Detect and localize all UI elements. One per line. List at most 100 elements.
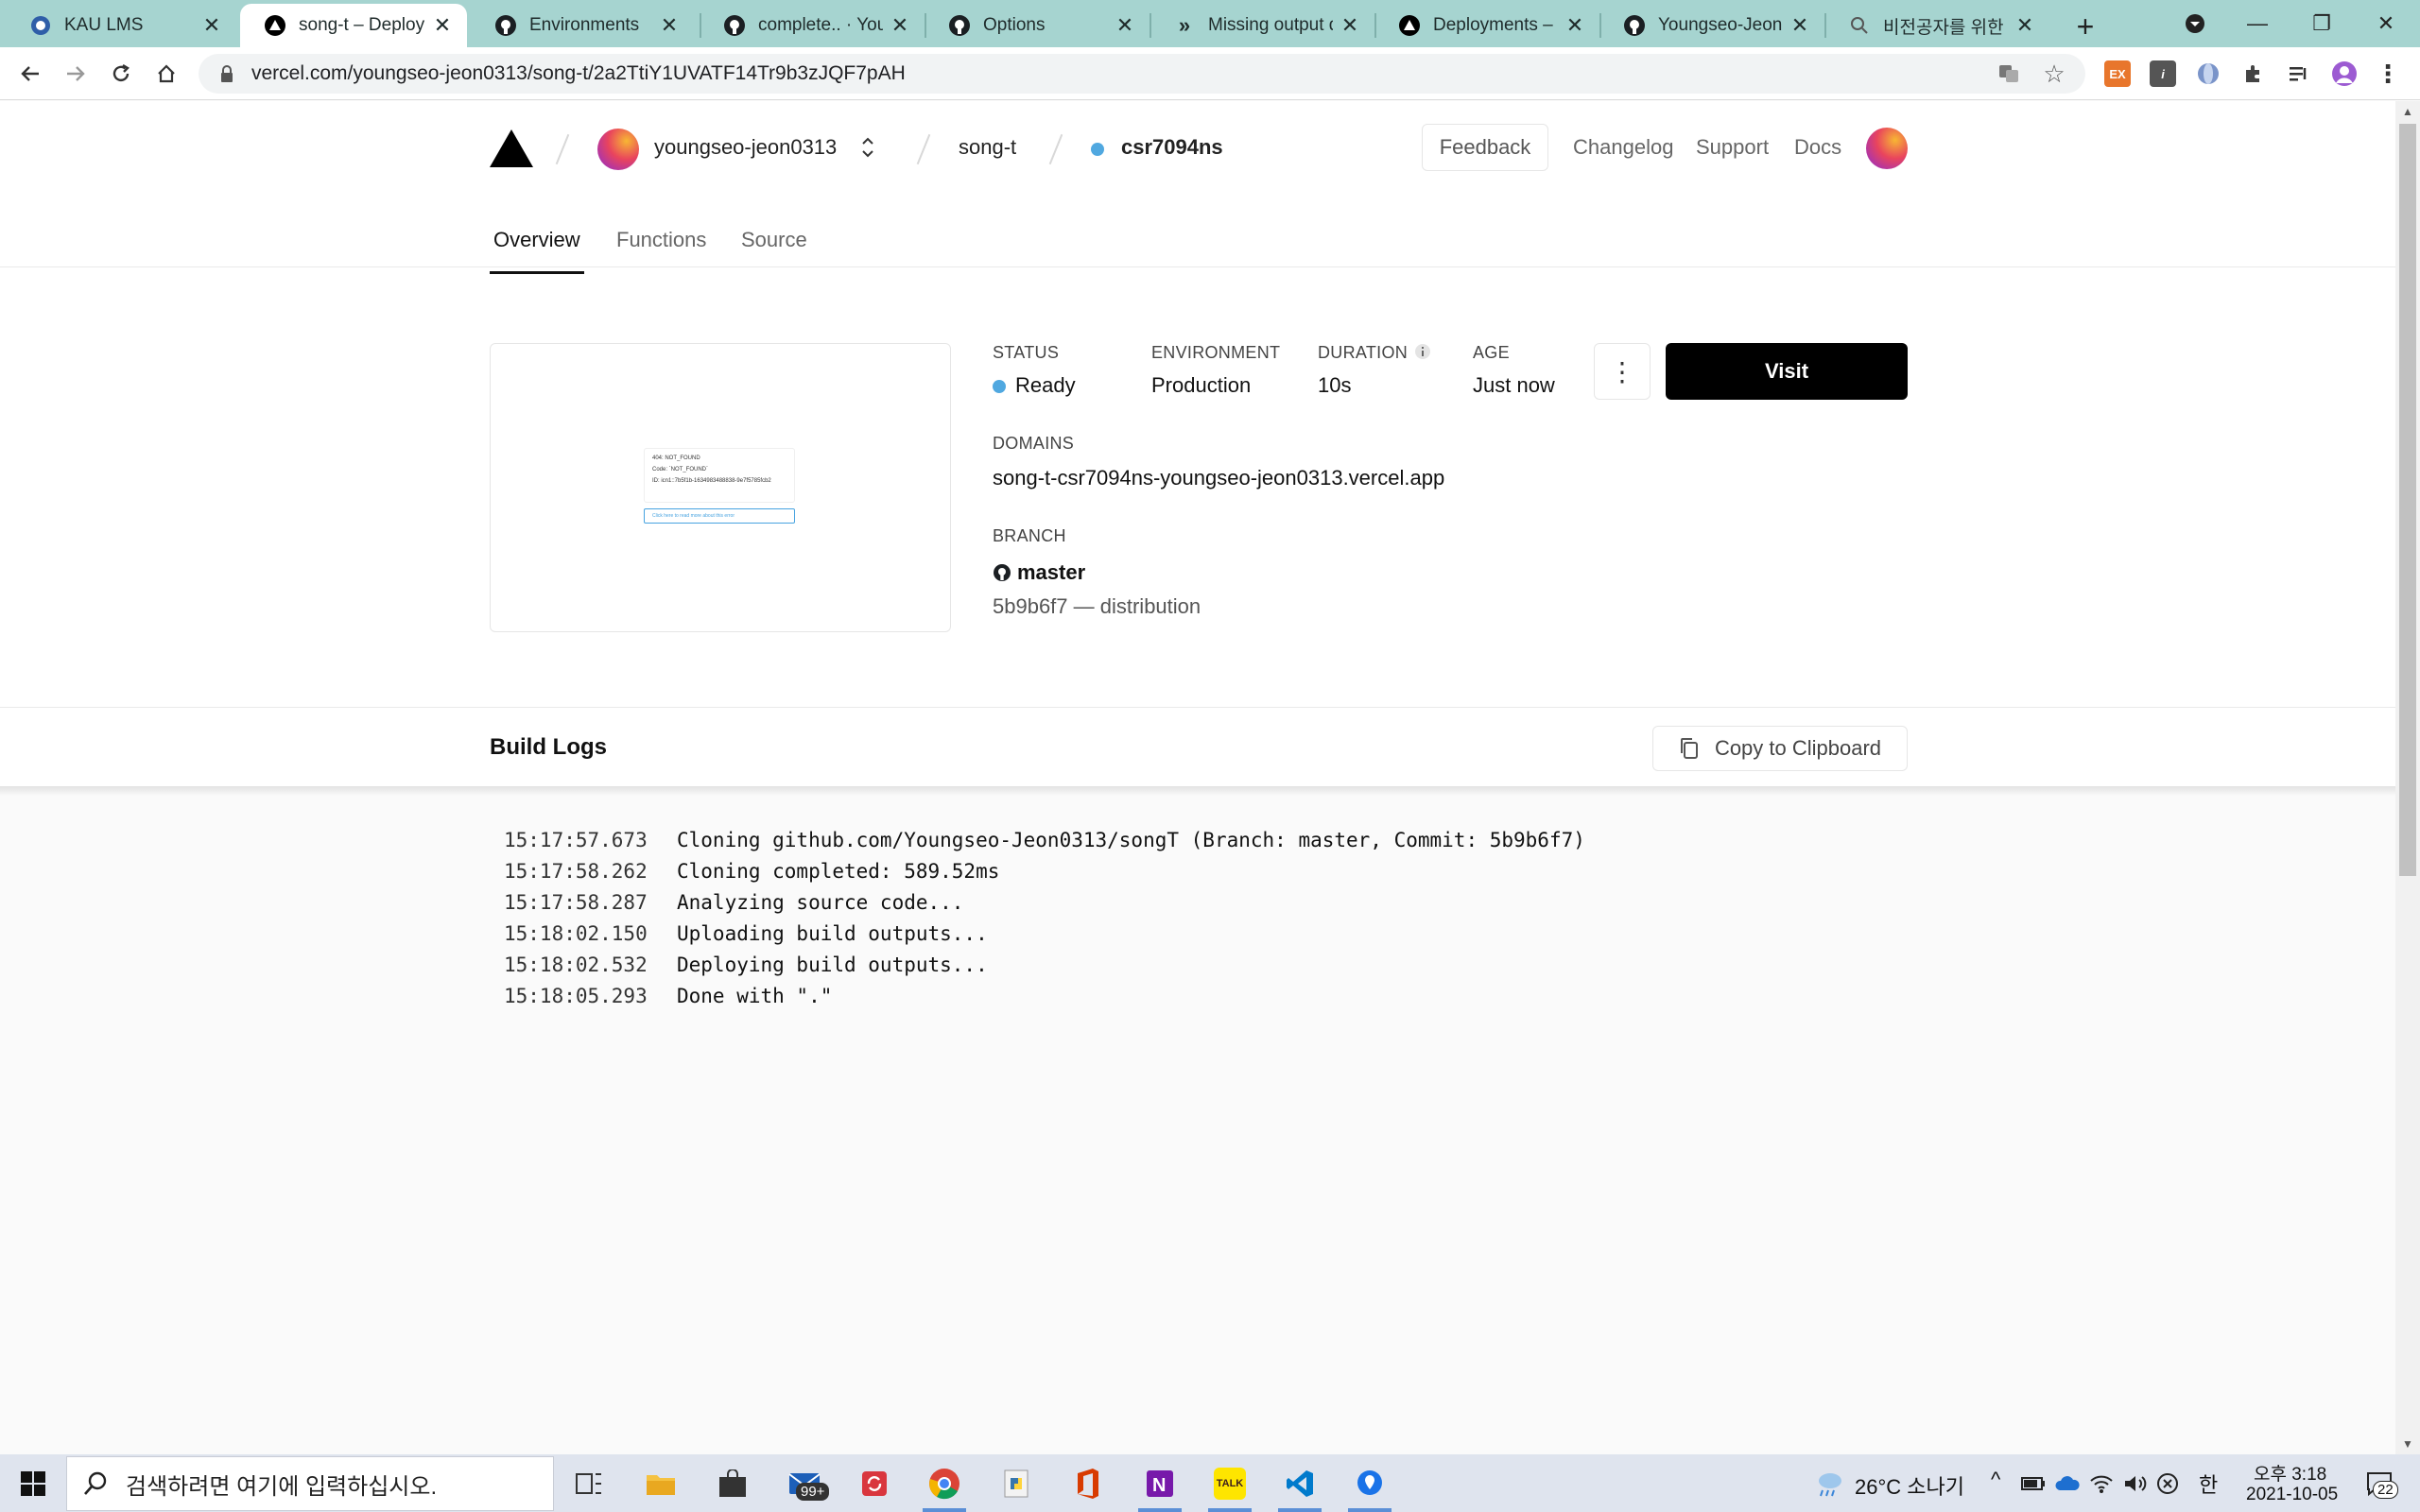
browser-tab-active[interactable]: song-t – Deploym ✕: [240, 4, 467, 47]
close-tab-icon[interactable]: ✕: [2014, 13, 2036, 37]
team-switcher-icon[interactable]: [860, 133, 875, 166]
log-timestamp: 15:17:58.287: [504, 891, 648, 914]
commit-info[interactable]: 5b9b6f7 — distribution: [993, 594, 1201, 619]
browser-menu-icon[interactable]: ⋮: [2375, 60, 2401, 88]
vercel-logo-icon[interactable]: [490, 129, 533, 172]
python-icon[interactable]: [994, 1462, 1038, 1505]
support-link[interactable]: Support: [1696, 135, 1769, 160]
changelog-link[interactable]: Changelog: [1573, 135, 1673, 160]
clock-time[interactable]: 오후 3:18: [2254, 1460, 2326, 1486]
onenote-icon[interactable]: N: [1138, 1462, 1182, 1505]
translate-icon[interactable]: [1995, 60, 2023, 88]
extensions-puzzle-icon[interactable]: [2240, 60, 2267, 87]
domain-link[interactable]: song-t-csr7094ns-youngseo-jeon0313.verce…: [993, 466, 1444, 490]
close-tab-icon[interactable]: ✕: [431, 13, 454, 37]
maps-pin-icon[interactable]: [1348, 1462, 1392, 1505]
browser-tab[interactable]: 비전공자를 위한 ✕: [1824, 4, 2049, 47]
close-tab-icon[interactable]: ✕: [1339, 13, 1361, 37]
preview-error-title: 404: NOT_FOUND: [652, 455, 700, 461]
media-queue-icon[interactable]: [2286, 60, 2312, 87]
kau-logo-icon: [28, 13, 53, 38]
chrome-icon[interactable]: [923, 1462, 966, 1505]
office-icon[interactable]: [1066, 1462, 1110, 1505]
close-tab-icon[interactable]: ✕: [658, 13, 681, 37]
close-tab-icon[interactable]: ✕: [889, 13, 911, 37]
github-icon: [722, 13, 747, 38]
browser-tab[interactable]: » Missing output d ✕: [1150, 4, 1374, 47]
address-bar[interactable]: vercel.com/youngseo-jeon0313/song-t/2a2T…: [199, 54, 2085, 94]
extension-info-icon[interactable]: i: [2150, 60, 2176, 87]
vercel-triangle-icon: [1397, 13, 1422, 38]
bookmark-star-icon[interactable]: ☆: [2040, 60, 2068, 88]
status-dot: [993, 380, 1006, 394]
docs-link[interactable]: Docs: [1794, 135, 1841, 160]
browser-tab[interactable]: Deployments – V ✕: [1374, 4, 1599, 47]
profile-avatar-icon[interactable]: [2331, 60, 2358, 87]
github-icon: [1622, 13, 1647, 38]
browser-tab[interactable]: complete.. · Youn ✕: [700, 4, 925, 47]
close-tab-icon[interactable]: ✕: [1114, 13, 1136, 37]
clock-date[interactable]: 2021-10-05: [2246, 1485, 2338, 1505]
microsoft-store-icon[interactable]: [711, 1462, 754, 1505]
header: youngseo-jeon0313 song-t csr7094ns Feedb…: [490, 120, 1908, 177]
home-icon[interactable]: [149, 57, 183, 91]
minimize-window-icon[interactable]: —: [2221, 0, 2293, 47]
reload-icon[interactable]: [104, 57, 138, 91]
log-timestamp: 15:18:02.532: [504, 954, 648, 976]
active-app-indicator: [1208, 1508, 1252, 1512]
taskbar-search-input[interactable]: 검색하려면 여기에 입력하십시오.: [66, 1456, 554, 1511]
close-tab-icon[interactable]: ✕: [1564, 13, 1586, 37]
environment-label: ENVIRONMENT: [1151, 343, 1281, 362]
browser-toolbar: vercel.com/youngseo-jeon0313/song-t/2a2T…: [0, 47, 2420, 100]
preview-error-card: 404: NOT_FOUND Code: `NOT_FOUND` ID: icn…: [644, 448, 795, 503]
file-explorer-icon[interactable]: [639, 1462, 683, 1505]
double-chevron-icon: »: [1178, 13, 1191, 37]
no-network-icon[interactable]: [2146, 1462, 2189, 1505]
log-timestamp: 15:17:57.673: [504, 829, 648, 851]
browser-tab[interactable]: Youngseo-Jeon03 ✕: [1599, 4, 1824, 47]
log-timestamp: 15:18:05.293: [504, 985, 648, 1007]
vscode-icon[interactable]: [1278, 1462, 1322, 1505]
deployment-preview[interactable]: 404: NOT_FOUND Code: `NOT_FOUND` ID: icn…: [490, 343, 951, 632]
branch-name: master: [1017, 560, 1086, 584]
page-scrollbar[interactable]: ▲ ▼: [2395, 101, 2420, 1454]
forward-arrow-icon[interactable]: [59, 57, 93, 91]
tab-search-button[interactable]: [2159, 0, 2231, 47]
copy-to-clipboard-button[interactable]: Copy to Clipboard: [1652, 726, 1908, 771]
close-window-icon[interactable]: ✕: [2350, 0, 2420, 47]
browser-tab[interactable]: Options ✕: [925, 4, 1150, 47]
sync-app-icon[interactable]: [853, 1462, 896, 1505]
team-name[interactable]: youngseo-jeon0313: [654, 135, 837, 160]
info-icon[interactable]: [1414, 343, 1431, 365]
more-options-button[interactable]: ⋮: [1594, 343, 1651, 400]
branch-label: BRANCH: [993, 526, 1066, 545]
browser-tab[interactable]: Environments ✕: [471, 4, 694, 47]
visit-button[interactable]: Visit: [1666, 343, 1908, 400]
kakaotalk-icon[interactable]: TALK: [1208, 1462, 1252, 1505]
restore-window-icon[interactable]: ❐: [2286, 0, 2358, 47]
extension-ex-icon[interactable]: EX: [2104, 60, 2131, 87]
task-view-icon[interactable]: [567, 1462, 611, 1505]
back-arrow-icon[interactable]: [13, 57, 47, 91]
browser-tab[interactable]: KAU LMS ✕: [6, 4, 236, 47]
extension-sphere-icon[interactable]: [2195, 60, 2221, 87]
branch-value[interactable]: master: [993, 560, 1085, 588]
chevron-up-icon[interactable]: ^: [1991, 1468, 2000, 1492]
close-tab-icon[interactable]: ✕: [200, 13, 223, 37]
user-avatar[interactable]: [1866, 128, 1908, 169]
scrollbar-thumb[interactable]: [2399, 124, 2416, 876]
weather-rain-icon[interactable]: [1807, 1462, 1851, 1505]
domains-label: DOMAINS: [993, 434, 1075, 453]
feedback-button[interactable]: Feedback: [1422, 124, 1548, 171]
ime-indicator[interactable]: 한: [2199, 1469, 2218, 1499]
panel-shadow: [0, 786, 2395, 796]
new-tab-button[interactable]: +: [2066, 8, 2104, 45]
log-line: 15:17:58.262 Cloning completed: 589.52ms: [504, 860, 1585, 891]
deployment-id: csr7094ns: [1121, 135, 1223, 159]
scroll-down-arrow-icon[interactable]: ▼: [2395, 1434, 2420, 1454]
weather-text[interactable]: 26°C 소나기: [1855, 1470, 1964, 1501]
project-name[interactable]: song-t: [959, 135, 1016, 160]
scroll-up-arrow-icon[interactable]: ▲: [2395, 101, 2420, 122]
windows-start-icon[interactable]: [11, 1462, 55, 1505]
close-tab-icon[interactable]: ✕: [1789, 13, 1811, 37]
